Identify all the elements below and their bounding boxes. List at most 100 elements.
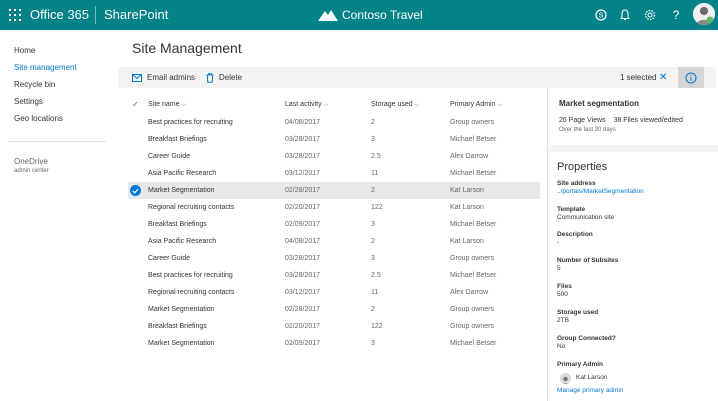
waffle-icon bbox=[9, 9, 21, 21]
cell-site-name[interactable]: Career Guide bbox=[148, 148, 190, 165]
table-header: ✓ Site name ⌵ Last activity ⌵ Storage used… bbox=[128, 96, 540, 114]
user-avatar[interactable] bbox=[693, 3, 715, 25]
table-row[interactable]: Asia Pacific Research 04/08/2017 2 Kat Lars… bbox=[128, 233, 540, 250]
cell-primary-admin: Michael Betser bbox=[450, 136, 497, 143]
cell-site-name[interactable]: Breakfast Briefings bbox=[148, 216, 207, 233]
delete-label: Delete bbox=[219, 73, 243, 82]
cell-site-name[interactable]: Market Segmentation bbox=[148, 301, 215, 318]
column-storage-used[interactable]: Storage used ⌵ bbox=[371, 96, 419, 114]
manage-primary-admin-link[interactable]: Manage primary admin bbox=[557, 387, 623, 394]
table-row[interactable]: Market Segmentation 02/28/2017 2 Group owne… bbox=[128, 301, 540, 318]
cell-storage-used: 3 bbox=[371, 255, 375, 262]
suite-header: Office 365 SharePoint Contoso Travel S ? bbox=[0, 0, 718, 30]
office365-link[interactable]: Office 365 bbox=[30, 0, 89, 30]
cell-primary-admin: Michael Betser bbox=[450, 221, 497, 228]
gear-icon bbox=[644, 9, 656, 21]
page-title: Site Management bbox=[132, 40, 242, 56]
cell-storage-used: 11 bbox=[371, 170, 379, 177]
cell-primary-admin: Kat Larson bbox=[450, 187, 484, 194]
cell-site-name[interactable]: Regional recruiting contacts bbox=[148, 284, 234, 301]
chevron-down-icon: ⌵ bbox=[497, 102, 503, 108]
cell-storage-used: 122 bbox=[371, 204, 383, 211]
usage-period: Over the last 30 days bbox=[559, 127, 616, 133]
info-icon bbox=[685, 72, 697, 83]
cell-last-activity: 04/08/2017 bbox=[285, 238, 321, 245]
row-checked-icon[interactable] bbox=[130, 185, 141, 196]
nav-item-settings[interactable]: Settings bbox=[14, 97, 43, 106]
skype-button[interactable]: S bbox=[588, 0, 614, 30]
table-row[interactable]: Best practices for recruiting 04/08/2017 2… bbox=[128, 114, 540, 131]
details-usage-stats: 26 Page Views 38 Files viewed/edited bbox=[559, 117, 683, 124]
cell-last-activity: 02/28/2017 bbox=[285, 187, 321, 194]
app-launcher-button[interactable] bbox=[0, 0, 30, 30]
subsites-value: 5 bbox=[557, 265, 561, 272]
clear-selection-button[interactable]: ✕ bbox=[659, 67, 667, 88]
nav-item-onedrive[interactable]: OneDrive bbox=[14, 157, 48, 166]
cell-site-name[interactable]: Asia Pacific Research bbox=[148, 165, 216, 182]
primary-admin-name: Kat Larson bbox=[576, 374, 608, 381]
storage-value: 2TB bbox=[557, 317, 569, 324]
cell-site-name[interactable]: Market Segmentation bbox=[148, 182, 215, 199]
nav-item-recycle-bin[interactable]: Recycle bin bbox=[14, 80, 55, 89]
cell-last-activity: 03/28/2017 bbox=[285, 255, 321, 262]
primary-admin-label: Primary Admin bbox=[557, 361, 603, 368]
select-all-checkbox[interactable]: ✓ bbox=[132, 96, 139, 114]
mountain-logo-icon bbox=[318, 10, 338, 21]
nav-item-site-management[interactable]: Site management bbox=[14, 63, 77, 72]
site-brand[interactable]: Contoso Travel bbox=[318, 0, 423, 30]
files-value: 500 bbox=[557, 291, 568, 298]
cell-site-name[interactable]: Best practices for recruiting bbox=[148, 267, 233, 284]
email-admins-button[interactable]: Email admins bbox=[132, 67, 195, 88]
page-views-stat: 26 Page Views bbox=[559, 117, 606, 124]
subsites-label: Number of Subsites bbox=[557, 257, 619, 264]
chevron-down-icon: ⌵ bbox=[181, 102, 187, 108]
cell-primary-admin: Alex Darrow bbox=[450, 289, 489, 296]
site-address-link[interactable]: ../portals/MarketSegmentation bbox=[557, 188, 644, 195]
info-pane-toggle[interactable] bbox=[678, 67, 704, 88]
settings-button[interactable] bbox=[637, 0, 663, 30]
table-row[interactable]: Career Guide 03/28/2017 2.5 Alex Darrow bbox=[128, 148, 540, 165]
table-row[interactable]: Regional recruiting contacts 02/20/2017 12… bbox=[128, 199, 540, 216]
delete-button[interactable]: Delete bbox=[206, 67, 242, 88]
table-row[interactable]: Best practices for recruiting 03/28/2017 2… bbox=[128, 267, 540, 284]
sharepoint-link[interactable]: SharePoint bbox=[104, 0, 168, 30]
files-viewed-stat: 38 Files viewed/edited bbox=[613, 117, 683, 124]
table-row[interactable]: Breakfast Briefings 02/09/2017 3 Michael Be… bbox=[128, 216, 540, 233]
cell-site-name[interactable]: Asia Pacific Research bbox=[148, 233, 216, 250]
cell-site-name[interactable]: Breakfast Briefings bbox=[148, 318, 207, 335]
cell-last-activity: 03/28/2017 bbox=[285, 136, 321, 143]
column-last-activity[interactable]: Last activity ⌵ bbox=[285, 96, 328, 114]
table-row[interactable]: Asia Pacific Research 03/12/2017 11 Michael… bbox=[128, 165, 540, 182]
cell-site-name[interactable]: Best practices for recruiting bbox=[148, 114, 233, 131]
column-site-name[interactable]: Site name ⌵ bbox=[148, 96, 186, 114]
cell-last-activity: 02/09/2017 bbox=[285, 221, 321, 228]
user-photo-icon bbox=[693, 3, 715, 25]
table-row[interactable]: Breakfast Briefings 03/28/2017 3 Michael Be… bbox=[128, 131, 540, 148]
admin-avatar bbox=[560, 373, 571, 384]
help-icon: ? bbox=[672, 8, 680, 22]
table-row[interactable]: Market Segmentation 02/09/2017 3 Michael Be… bbox=[128, 335, 540, 352]
cell-storage-used: 2.5 bbox=[371, 153, 381, 160]
cell-last-activity: 02/20/2017 bbox=[285, 323, 321, 330]
notifications-button[interactable] bbox=[612, 0, 638, 30]
nav-item-home[interactable]: Home bbox=[14, 46, 35, 55]
cell-storage-used: 3 bbox=[371, 340, 375, 347]
svg-text:S: S bbox=[599, 13, 604, 20]
mail-icon bbox=[132, 73, 142, 82]
cell-site-name[interactable]: Market Segmentation bbox=[148, 335, 215, 352]
cell-site-name[interactable]: Regional recruiting contacts bbox=[148, 199, 234, 216]
details-site-title: Market segmentation bbox=[559, 99, 640, 108]
cell-site-name[interactable]: Breakfast Briefings bbox=[148, 131, 207, 148]
table-row[interactable]: Market Segmentation 02/28/2017 2 Kat Larson bbox=[128, 182, 540, 199]
cell-site-name[interactable]: Career Guide bbox=[148, 250, 190, 267]
table-row[interactable]: Breakfast Briefings 02/20/2017 122 Group ow… bbox=[128, 318, 540, 335]
table-row[interactable]: Regional recruiting contacts 03/12/2017 11… bbox=[128, 284, 540, 301]
command-bar: Email admins Delete 1 selected ✕ bbox=[118, 67, 716, 88]
cell-last-activity: 03/12/2017 bbox=[285, 289, 321, 296]
cell-last-activity: 02/20/2017 bbox=[285, 204, 321, 211]
help-button[interactable]: ? bbox=[663, 0, 689, 30]
table-row[interactable]: Career Guide 03/28/2017 3 Group owners bbox=[128, 250, 540, 267]
cell-storage-used: 2 bbox=[371, 187, 375, 194]
nav-item-geo-locations[interactable]: Geo locations bbox=[14, 114, 63, 123]
column-primary-admin[interactable]: Primary Admin ⌵ bbox=[450, 96, 502, 114]
